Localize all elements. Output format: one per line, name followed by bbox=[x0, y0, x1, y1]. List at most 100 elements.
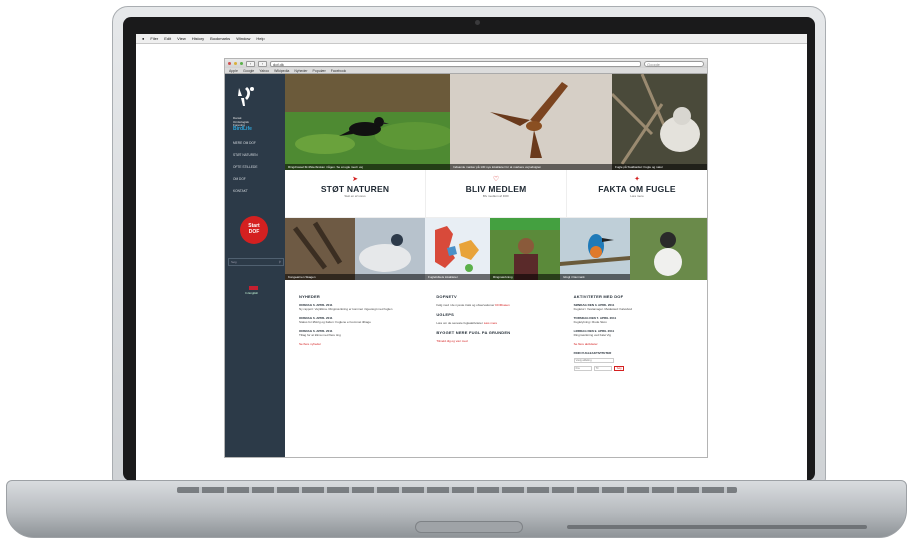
strip-photo-eagle[interactable]: Kongeørnen Skagen bbox=[285, 218, 425, 280]
sidebar-item[interactable]: Ofte stillede bbox=[233, 165, 285, 169]
hero-photo-crow[interactable]: Ringdrossel fik Østerbrokan i tågen. Se … bbox=[285, 74, 450, 170]
bird-facts-link[interactable]: ✦ FAKTA OM FUGLE Læs mere bbox=[567, 170, 707, 217]
news-text: Ny rapport: Vejrklima. Ringmærkning er k… bbox=[299, 307, 393, 311]
dof-logo-icon[interactable] bbox=[233, 84, 259, 110]
support-nature-link[interactable]: ➤ STØT NATUREN Støt en af vores bbox=[285, 170, 426, 217]
close-window-icon[interactable] bbox=[228, 62, 231, 65]
department-select[interactable]: Vælg afdeling bbox=[573, 358, 614, 363]
url-field[interactable]: dof.dk bbox=[270, 60, 641, 67]
optical-slot bbox=[567, 525, 867, 529]
cta-sub: Blv medlem af DOF bbox=[482, 194, 510, 198]
bird-icon: ➤ bbox=[352, 176, 358, 183]
search-icon[interactable]: ⚲ bbox=[279, 260, 281, 264]
activities-title: AKTIVITETER MED DOF bbox=[573, 294, 624, 299]
activity-text: Fuglelytning i Rude Skov bbox=[573, 320, 607, 324]
site-search-input[interactable]: Søg ⚲ bbox=[228, 258, 284, 266]
activity-form-dates: Fra Til Søg bbox=[573, 366, 699, 371]
strip-caption: Fuglefolkets lokaliteter bbox=[425, 274, 490, 280]
cta-sub: Læs mere bbox=[630, 194, 644, 198]
ugleps-text: Læs om de seneste fugleaktiviteter bbox=[436, 321, 483, 325]
back-button[interactable]: ‹ bbox=[246, 60, 255, 67]
search-activities-button[interactable]: Søg bbox=[613, 366, 625, 371]
cta-sub: Støt en af vores bbox=[344, 194, 366, 198]
browser-window: ‹ › dof.dk Google Apple Google Yahoo Wik… bbox=[224, 58, 708, 458]
bookmark-item[interactable]: Yahoo bbox=[259, 69, 269, 73]
kingfisher-photo bbox=[560, 218, 630, 280]
bookmark-item[interactable]: Populær bbox=[313, 69, 326, 73]
hero-caption: Ringdrossel fik Østerbrokan i tågen. Se … bbox=[285, 164, 450, 170]
zoom-window-icon[interactable] bbox=[240, 62, 243, 65]
news-item[interactable]: ONSDAG 6. APRIL 2011 Status for Østrig o… bbox=[299, 316, 424, 324]
sidebar-item[interactable]: Støt naturen bbox=[233, 153, 285, 157]
strip-photo-map[interactable]: Fuglefolkets lokaliteter bbox=[425, 218, 490, 280]
info-columns: NYHEDER ONSDAG 6. APRIL 2011 Ny rapport:… bbox=[285, 280, 707, 371]
hero-carousel: Ringdrossel fik Østerbrokan i tågen. Se … bbox=[285, 74, 707, 170]
cta-title: BLIV MEDLEM bbox=[465, 184, 527, 194]
menu-history[interactable]: History bbox=[192, 36, 204, 41]
minimize-window-icon[interactable] bbox=[234, 62, 237, 65]
activity-item[interactable]: SØNDAG DEN 3. APRIL 2011 Fugletur i Vest… bbox=[574, 303, 699, 311]
sidebar-item[interactable]: Kontakt bbox=[233, 189, 285, 193]
start-label: DOF bbox=[248, 229, 260, 235]
more-activities-link[interactable]: Se flere aktiviteter bbox=[574, 342, 699, 346]
photo-strip: Kongeørnen Skagen Fuglefolkets lokalitet… bbox=[285, 218, 707, 280]
activity-item[interactable]: LØRDAG DEN 9. APRIL 2011 Ringmærkning ve… bbox=[574, 329, 699, 337]
birdlife-brand: BirdLife bbox=[233, 125, 252, 132]
browser-search-field[interactable]: Google bbox=[644, 60, 704, 67]
dofbasen-link[interactable]: DOFbasen bbox=[495, 303, 510, 307]
dofnetv-item: Følg med i de nyeste træk og observation… bbox=[436, 303, 561, 307]
menu-file[interactable]: Filer bbox=[150, 36, 158, 41]
menu-bookmarks[interactable]: Bookmarks bbox=[210, 36, 230, 41]
bookmark-item[interactable]: Apple bbox=[229, 69, 238, 73]
ugleps-title: UGLEPS bbox=[436, 312, 454, 317]
read-more-link[interactable]: Læs mere bbox=[484, 321, 498, 325]
strip-caption: Kongeørnen Skagen bbox=[285, 274, 425, 280]
dofnetv-title: DOFNETV bbox=[436, 294, 457, 299]
become-member-link[interactable]: ♡ BLIV MEDLEM Blv medlem af DOF bbox=[426, 170, 567, 217]
bookmark-item[interactable]: Wikipedia bbox=[274, 69, 289, 73]
eagle-photo bbox=[285, 218, 425, 280]
english-flag-icon[interactable] bbox=[249, 286, 258, 290]
activity-text: Ringmærkning ved Kalø Vig bbox=[573, 333, 611, 337]
chick-photo bbox=[612, 74, 707, 170]
activity-item[interactable]: TORSDAG DEN 7. APRIL 2011 Fuglelytning i… bbox=[574, 316, 699, 324]
news-item[interactable]: ONSDAG 6. APRIL 2011 Tiltag for at klima… bbox=[299, 329, 424, 337]
english-link[interactable]: In English bbox=[245, 291, 258, 295]
sidebar-item[interactable]: Om DOF bbox=[233, 177, 285, 181]
to-date-field[interactable]: Til bbox=[593, 366, 612, 371]
front-latch bbox=[415, 521, 523, 533]
bookmark-item[interactable]: Google bbox=[243, 69, 254, 73]
apple-icon[interactable]: ● bbox=[142, 36, 144, 41]
more-news-link[interactable]: Se flere nyheder bbox=[299, 342, 424, 346]
hero-caption: Indsamle marker på 130 nye lokaliteter f… bbox=[450, 164, 612, 170]
camera-icon bbox=[475, 20, 480, 25]
birds-icon: ✦ bbox=[634, 176, 640, 183]
forward-button[interactable]: › bbox=[258, 60, 267, 67]
signup-link[interactable]: Tilmeld dig og vær med bbox=[436, 339, 561, 343]
bookmark-item[interactable]: Facebook bbox=[331, 69, 346, 73]
laptop-base bbox=[6, 480, 907, 538]
activity-form-title: FIND FUGLEAKTIVITETER bbox=[573, 351, 612, 355]
news-item[interactable]: ONSDAG 6. APRIL 2011 Ny rapport: Vejrkli… bbox=[299, 303, 424, 311]
menu-window[interactable]: Window bbox=[236, 36, 250, 41]
laptop-scene: ● Filer Edit View History Bookmarks Wind… bbox=[0, 0, 913, 549]
strip-caption: Isfugl i Danmark bbox=[560, 274, 630, 280]
strip-photo-ringing[interactable]: Ringmærkning bbox=[490, 218, 560, 280]
hero-photo-kite[interactable]: Indsamle marker på 130 nye lokaliteter f… bbox=[450, 74, 612, 170]
menu-help[interactable]: Help bbox=[256, 36, 264, 41]
heart-icon: ♡ bbox=[492, 176, 500, 183]
start-dof-button[interactable]: Start DOF bbox=[240, 216, 268, 244]
strip-caption: Ringmærkning bbox=[490, 274, 560, 280]
sidebar-item[interactable]: Mere om DOF bbox=[233, 141, 285, 145]
from-date-field[interactable]: Fra bbox=[573, 366, 592, 371]
menu-edit[interactable]: Edit bbox=[164, 36, 171, 41]
search-placeholder: Søg bbox=[231, 260, 237, 264]
menu-view[interactable]: View bbox=[177, 36, 186, 41]
kite-photo bbox=[450, 74, 612, 170]
hero-photo-chick[interactable]: Fugle på Svalbardet: Fugle og natur bbox=[612, 74, 707, 170]
bookmark-item[interactable]: Nyheder bbox=[294, 69, 307, 73]
news-text: Tiltag for at klima med flere ting bbox=[299, 333, 341, 337]
strip-photo-person[interactable] bbox=[630, 218, 707, 280]
hero-caption: Fugle på Svalbardet: Fugle og natur bbox=[612, 164, 707, 170]
strip-photo-kingfisher[interactable]: Isfugl i Danmark bbox=[560, 218, 630, 280]
